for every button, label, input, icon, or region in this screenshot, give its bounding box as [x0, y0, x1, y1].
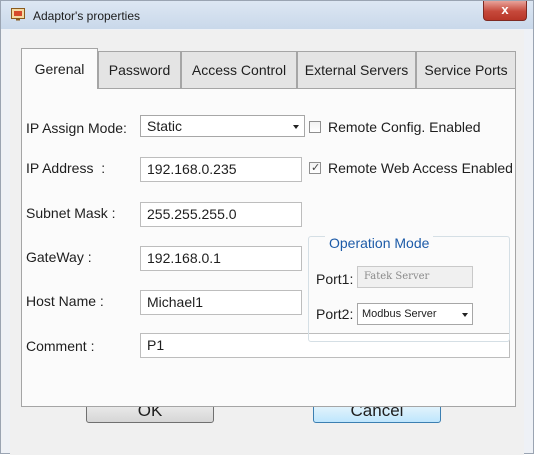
- adaptor-icon: [11, 8, 25, 21]
- operation-mode-title: Operation Mode: [325, 235, 434, 251]
- remote-config-label: Remote Config. Enabled: [328, 119, 481, 135]
- host-name-field[interactable]: Michael1: [140, 290, 302, 315]
- general-form: IP Assign Mode: Static Remote Config. En…: [10, 30, 524, 455]
- comment-label: Comment :: [26, 338, 95, 354]
- title-bar: Adaptor's properties x: [1, 1, 533, 29]
- properties-window: Adaptor's properties x Gerenal Password …: [0, 0, 534, 455]
- ip-assign-mode-value: Static: [147, 118, 183, 134]
- port2-select[interactable]: Modbus Server: [357, 303, 473, 325]
- chevron-down-icon: [293, 125, 299, 129]
- window-title: Adaptor's properties: [33, 9, 141, 23]
- remote-web-access-checkbox[interactable]: ✓: [309, 162, 321, 174]
- close-icon: x: [501, 2, 509, 17]
- remote-web-access-label: Remote Web Access Enabled: [328, 160, 513, 176]
- port1-field: Fatek Server: [357, 266, 473, 288]
- dialog-client: Gerenal Password Access Control External…: [10, 30, 524, 455]
- port1-label: Port1:: [316, 271, 354, 287]
- remote-config-checkbox[interactable]: [309, 121, 321, 133]
- checkmark-icon: ✓: [311, 162, 321, 174]
- ip-address-field[interactable]: 192.168.0.235: [140, 157, 302, 182]
- subnet-mask-label: Subnet Mask :: [26, 205, 116, 221]
- chevron-down-icon: [462, 313, 468, 317]
- port2-value: Modbus Server: [362, 308, 437, 320]
- port2-label: Port2:: [316, 306, 354, 322]
- gateway-field[interactable]: 192.168.0.1: [140, 246, 302, 271]
- host-name-label: Host Name :: [26, 293, 104, 309]
- ip-assign-mode-select[interactable]: Static: [140, 115, 305, 137]
- ip-assign-mode-label: IP Assign Mode:: [26, 120, 127, 136]
- subnet-mask-field[interactable]: 255.255.255.0: [140, 202, 302, 227]
- gateway-label: GateWay :: [26, 249, 92, 265]
- operation-mode-group: [308, 236, 510, 342]
- ip-address-label: IP Address :: [26, 160, 106, 176]
- close-button[interactable]: x: [483, 1, 527, 21]
